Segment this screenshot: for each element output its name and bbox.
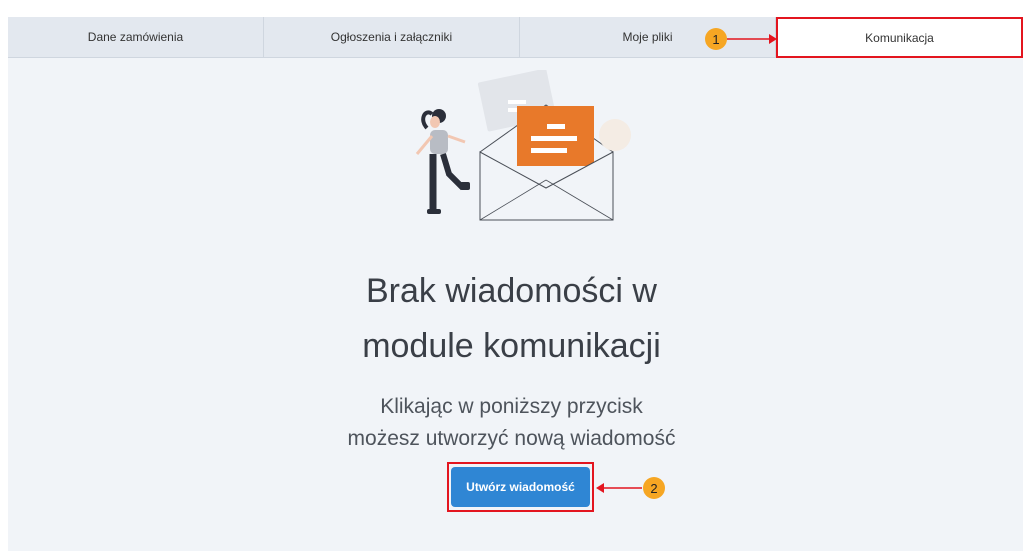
annotation-badge-2: 2 (643, 477, 665, 499)
tab-bar: Dane zamówienia Ogłoszenia i załączniki … (8, 17, 1023, 58)
empty-state-title-line2: module komunikacji (362, 327, 661, 365)
annotation-arrow-1 (727, 34, 777, 44)
create-message-button[interactable]: Utwórz wiadomość (451, 467, 590, 507)
woman-with-envelope-illustration (415, 70, 631, 221)
annotation-badge-1: 1 (705, 28, 727, 50)
empty-state-subtitle-line1: Klikając w poniższy przycisk (380, 395, 643, 418)
tab-dane-zamowienia[interactable]: Dane zamówienia (8, 17, 264, 58)
empty-state-subtitle-line2: możesz utworzyć nową wiadomość (347, 427, 676, 450)
tab-komunikacja[interactable]: Komunikacja (776, 17, 1023, 58)
empty-state-title-line1: Brak wiadomości w (366, 272, 657, 310)
tab-ogloszenia-i-zalaczniki[interactable]: Ogłoszenia i załączniki (264, 17, 520, 58)
annotation-arrow-2 (596, 483, 642, 493)
